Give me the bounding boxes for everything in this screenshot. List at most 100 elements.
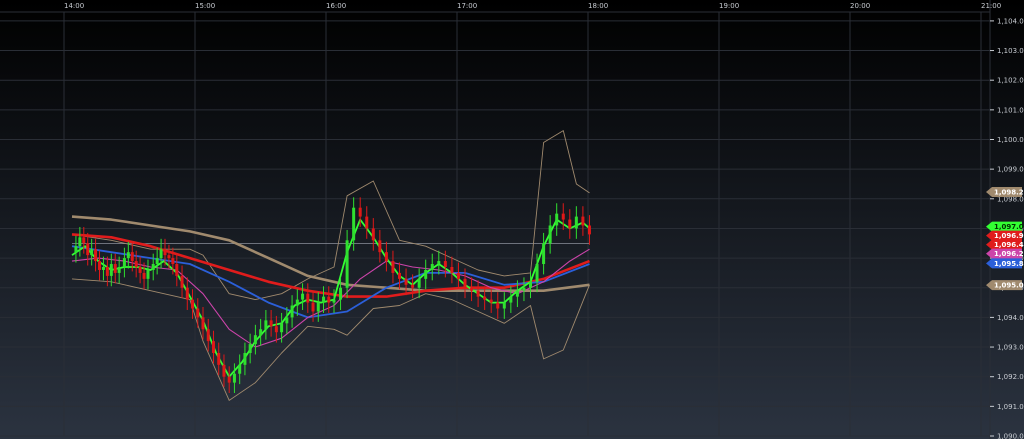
candle-body	[548, 225, 552, 244]
candle-body	[227, 376, 231, 383]
price-tick-label: 1,102.00	[997, 77, 1024, 85]
candle-body	[339, 287, 343, 300]
candle-body	[78, 237, 82, 247]
candle-body	[138, 266, 142, 273]
price-badge-label: 1,097.06	[994, 223, 1024, 231]
candle-body	[82, 237, 86, 244]
candle-body	[142, 272, 146, 279]
candle-body	[146, 269, 150, 279]
candle-body	[171, 258, 175, 265]
candle-body	[206, 329, 210, 342]
price-badge: 1,095.82	[986, 258, 1024, 269]
chart-background	[0, 0, 1024, 439]
candle-body	[126, 252, 130, 259]
candle-body	[463, 278, 467, 288]
candle-body	[398, 272, 401, 279]
time-tick-label: 18:00	[588, 2, 608, 10]
candle-body	[155, 258, 159, 265]
candle-body	[211, 341, 215, 353]
candle-body	[238, 364, 242, 374]
candle-body	[476, 290, 480, 297]
price-badge: 1,098.23	[986, 186, 1024, 197]
candle-body	[290, 305, 294, 318]
candle-body	[542, 243, 546, 265]
price-tick-label: 1,092.00	[997, 373, 1024, 381]
candle-body	[222, 364, 226, 377]
time-tick-label: 15:00	[195, 2, 215, 10]
time-tick-label: 14:00	[64, 2, 84, 10]
candle-body	[217, 352, 221, 365]
candle-body	[86, 243, 90, 256]
candle-body	[105, 266, 109, 276]
candle-body	[509, 296, 513, 303]
candle-body	[94, 249, 98, 262]
candle-body	[185, 287, 189, 300]
candle-body	[384, 252, 388, 262]
candle-body	[280, 323, 284, 333]
candle-body	[561, 213, 565, 220]
candle-body	[574, 216, 578, 229]
price-tick-label: 1,101.00	[997, 106, 1024, 114]
candle-body	[424, 269, 428, 279]
price-badge: 1,095.09	[986, 280, 1024, 291]
candle-body	[555, 213, 559, 226]
candle-body	[232, 373, 236, 383]
price-tick-label: 1,099.00	[997, 166, 1024, 174]
candle-body	[134, 261, 138, 267]
candle-body	[456, 272, 460, 279]
price-badge: 1,097.06	[986, 221, 1024, 232]
candle-body	[175, 264, 179, 276]
price-badge-label: 1,096.49	[994, 241, 1024, 249]
candle-body	[502, 302, 506, 309]
candle-body	[253, 335, 257, 345]
time-tick-label: 17:00	[457, 2, 477, 10]
price-tick-label: 1,094.00	[997, 314, 1024, 322]
candle-body	[489, 299, 493, 303]
candle-body	[345, 240, 349, 288]
price-chart-svg[interactable]: 14:00 15:00 16:00 17:00 18:00 19:00 20:00 21:00…	[0, 0, 1024, 439]
candle-body	[417, 278, 421, 288]
candle-body	[358, 207, 362, 217]
price-badge-label: 1,098.23	[994, 188, 1024, 196]
candle-body	[201, 317, 205, 330]
candle-body	[404, 278, 408, 285]
candle-body	[285, 317, 289, 324]
candle-body	[191, 299, 195, 309]
price-tick-label: 1,090.00	[997, 433, 1024, 439]
candle-body	[371, 228, 375, 241]
candle-body	[98, 261, 102, 270]
candle-body	[301, 293, 305, 300]
price-tick-label: 1,100.00	[997, 136, 1024, 144]
candle-body	[568, 219, 572, 229]
price-tick-label: 1,104.00	[997, 17, 1024, 25]
candle-body	[269, 320, 273, 327]
candle-body	[483, 296, 487, 300]
candle-body	[243, 352, 247, 365]
price-chart[interactable]: 14:00 15:00 16:00 17:00 18:00 19:00 20:00 21:00…	[0, 0, 1024, 439]
candle-body	[109, 264, 113, 276]
price-badge: 1,096.97	[986, 230, 1024, 241]
candle-body	[332, 299, 336, 303]
candle-body	[352, 207, 356, 241]
price-tick-label: 1,103.00	[997, 47, 1024, 55]
candle-body	[378, 240, 382, 253]
candle-body	[122, 258, 126, 267]
time-tick-label: 19:00	[719, 2, 739, 10]
time-tick-label: 16:00	[326, 2, 346, 10]
price-badge-label: 1,096.20	[994, 250, 1024, 258]
candle-body	[327, 296, 331, 303]
time-tick-label: 21:00	[981, 2, 1001, 10]
candle-body	[151, 264, 155, 270]
candle-body	[159, 249, 163, 259]
candle-body	[450, 266, 454, 273]
candle-body	[167, 255, 171, 259]
candle-body	[113, 264, 117, 273]
candle-body	[117, 266, 121, 273]
candle-body	[365, 216, 369, 229]
candle-body	[259, 329, 263, 336]
candle-body	[581, 216, 585, 226]
candle-body	[391, 261, 395, 273]
candle-body	[496, 302, 500, 309]
candle-body	[443, 261, 447, 267]
candle-body	[529, 281, 532, 288]
